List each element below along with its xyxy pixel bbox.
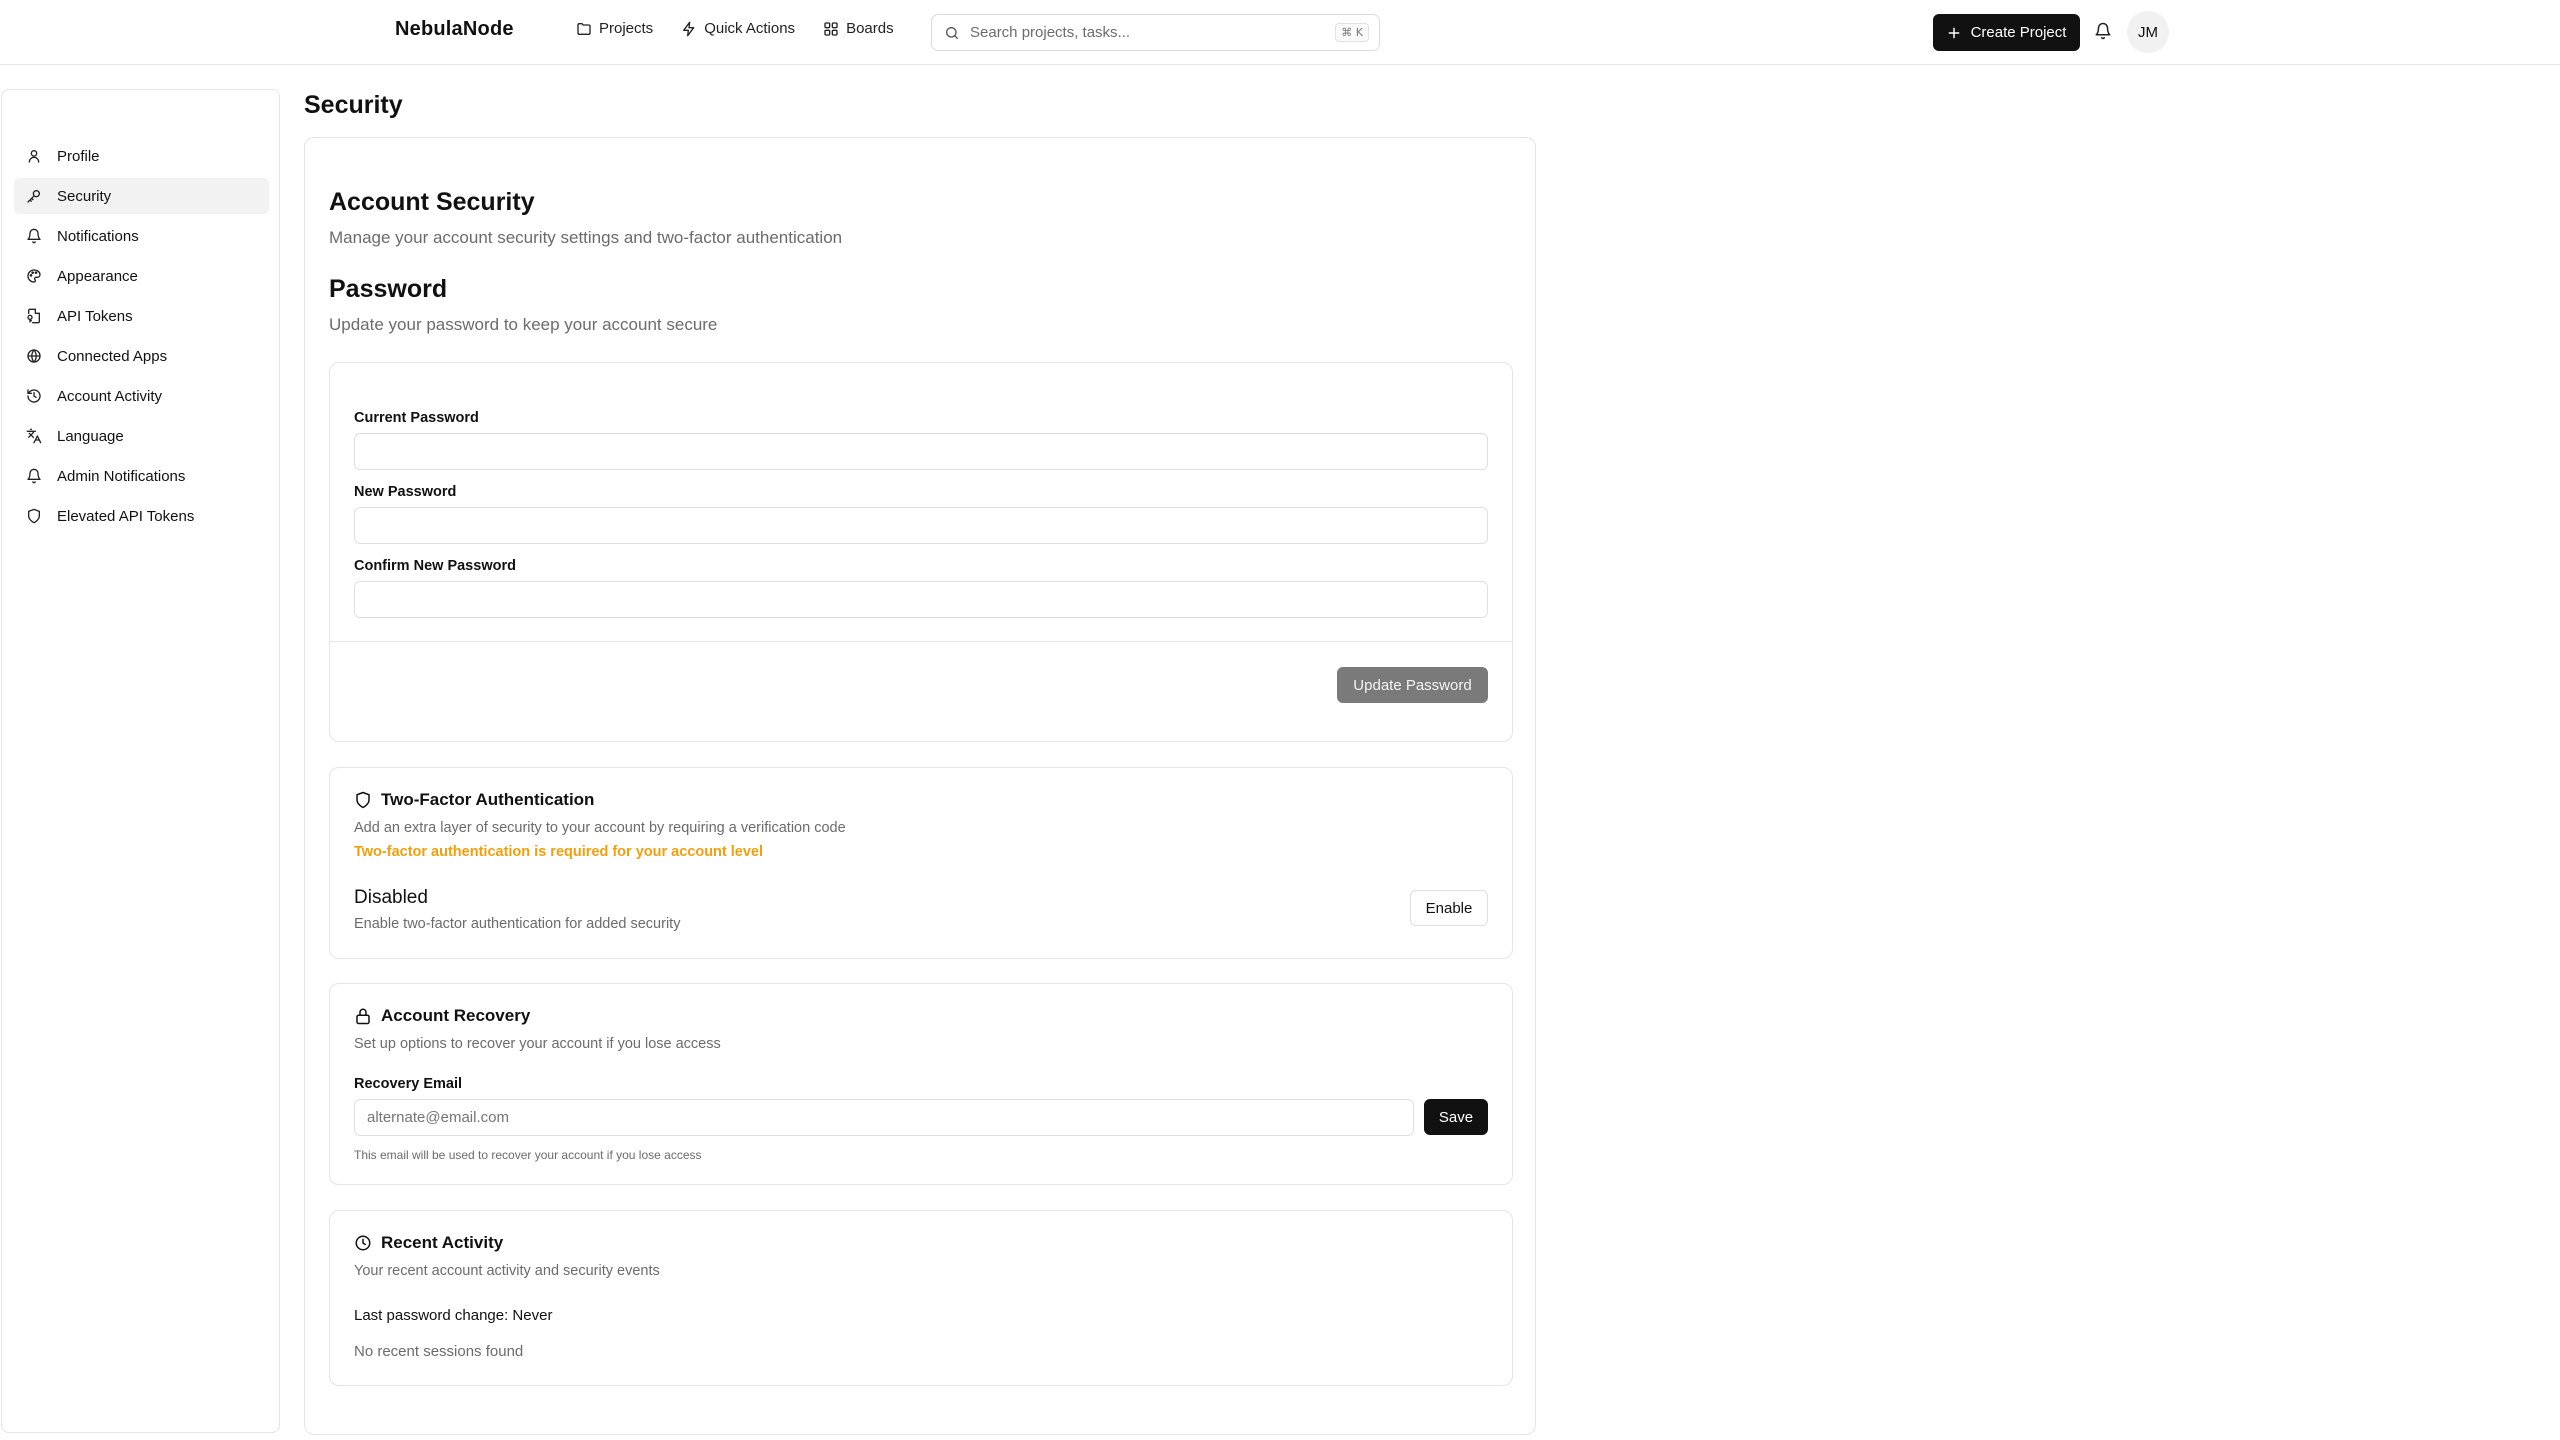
- palette-icon: [26, 268, 42, 284]
- divider: [330, 641, 1512, 642]
- sidebar-item-label: Account Activity: [57, 387, 163, 405]
- create-project-button[interactable]: Create Project: [1933, 14, 2080, 51]
- sidebar-item-elevated-api-tokens[interactable]: Elevated API Tokens: [14, 498, 269, 534]
- nav-projects[interactable]: Projects: [576, 20, 653, 37]
- confirm-password-label: Confirm New Password: [354, 558, 516, 574]
- sidebar-item-api-tokens[interactable]: API Tokens: [14, 298, 269, 334]
- recovery-hint: This email will be used to recover your …: [354, 1148, 702, 1162]
- recovery-email-label: Recovery Email: [354, 1076, 463, 1092]
- globe-icon: [26, 348, 42, 364]
- file-key-icon: [26, 308, 42, 324]
- search-bar[interactable]: ⌘ K: [931, 14, 1380, 51]
- two-factor-description: Add an extra layer of security to your a…: [354, 820, 846, 836]
- shield-icon: [26, 508, 42, 524]
- password-form-card: Current Password New Password Confirm Ne…: [329, 362, 1513, 742]
- last-password-change: Last password change: Never: [354, 1307, 553, 1324]
- sidebar-item-label: Connected Apps: [57, 347, 168, 365]
- clock-icon: [354, 1234, 372, 1252]
- activity-header: Recent Activity: [354, 1233, 503, 1253]
- folder-icon: [576, 21, 592, 37]
- two-factor-warning: Two-factor authentication is required fo…: [354, 844, 764, 860]
- recovery-title: Account Recovery: [381, 1006, 531, 1025]
- new-password-label: New Password: [354, 484, 457, 500]
- sessions-empty-state: No recent sessions found: [354, 1343, 524, 1360]
- activity-description: Your recent account activity and securit…: [354, 1263, 660, 1279]
- account-security-title: Account Security: [329, 188, 535, 216]
- key-icon: [26, 188, 42, 204]
- sidebar-item-profile[interactable]: Profile: [14, 138, 269, 174]
- two-factor-title: Two-Factor Authentication: [381, 790, 595, 809]
- bell-icon: [26, 468, 42, 484]
- account-security-description: Manage your account security settings an…: [329, 228, 843, 247]
- nav-quick-actions-label: Quick Actions: [704, 20, 796, 37]
- sidebar-item-label: Language: [57, 427, 124, 445]
- sidebar-item-label: Admin Notifications: [57, 467, 186, 485]
- account-recovery-card: Account Recovery Set up options to recov…: [329, 983, 1513, 1185]
- avatar[interactable]: JM: [2127, 11, 2169, 53]
- search-icon: [944, 25, 960, 41]
- recovery-email-input[interactable]: [354, 1099, 1414, 1136]
- sidebar-item-connected-apps[interactable]: Connected Apps: [14, 338, 269, 374]
- nav-boards-label: Boards: [846, 20, 894, 37]
- brand-name[interactable]: NebulaNode: [395, 18, 514, 41]
- search-shortcut: ⌘ K: [1335, 23, 1369, 42]
- grid-icon: [823, 21, 839, 37]
- confirm-password-input[interactable]: [354, 581, 1488, 618]
- sidebar-item-security[interactable]: Security: [14, 178, 269, 214]
- current-password-input[interactable]: [354, 433, 1488, 470]
- save-recovery-email-button[interactable]: Save: [1424, 1099, 1488, 1135]
- recent-activity-card: Recent Activity Your recent account acti…: [329, 1210, 1513, 1386]
- sidebar-item-admin-notifications[interactable]: Admin Notifications: [14, 458, 269, 494]
- notifications-bell-icon[interactable]: [2094, 22, 2112, 40]
- nav-projects-label: Projects: [599, 20, 654, 37]
- sidebar-list: Profile Security Notifications Appearanc…: [14, 138, 269, 538]
- create-project-label: Create Project: [1970, 24, 2067, 41]
- recovery-description: Set up options to recover your account i…: [354, 1036, 721, 1052]
- nav-boards[interactable]: Boards: [823, 20, 894, 37]
- password-description: Update your password to keep your accoun…: [329, 315, 718, 334]
- password-title: Password: [329, 275, 448, 303]
- recovery-header: Account Recovery: [354, 1006, 530, 1026]
- sidebar-item-language[interactable]: Language: [14, 418, 269, 454]
- page-title: Security: [304, 91, 403, 119]
- languages-icon: [26, 428, 42, 444]
- new-password-input[interactable]: [354, 507, 1488, 544]
- shield-icon: [354, 791, 372, 809]
- lock-icon: [354, 1007, 372, 1025]
- nav-quick-actions[interactable]: Quick Actions: [681, 20, 795, 37]
- user-icon: [26, 148, 42, 164]
- two-factor-status-description: Enable two-factor authentication for add…: [354, 916, 681, 932]
- current-password-label: Current Password: [354, 410, 479, 426]
- bolt-icon: [681, 21, 697, 37]
- top-nav: Projects Quick Actions Boards: [576, 20, 922, 37]
- two-factor-header: Two-Factor Authentication: [354, 790, 594, 810]
- sidebar-item-label: Appearance: [57, 267, 138, 285]
- sidebar-item-label: Security: [57, 187, 112, 205]
- sidebar-item-notifications[interactable]: Notifications: [14, 218, 269, 254]
- search-input[interactable]: [970, 24, 1330, 41]
- security-card: Account Security Manage your account sec…: [304, 137, 1536, 1435]
- two-factor-status: Disabled: [354, 887, 428, 908]
- plus-icon: [1947, 26, 1961, 40]
- sidebar-item-label: Notifications: [57, 227, 139, 245]
- enable-two-factor-button[interactable]: Enable: [1410, 890, 1488, 926]
- sidebar-item-label: Elevated API Tokens: [57, 507, 195, 525]
- sidebar-item-label: API Tokens: [57, 307, 133, 325]
- two-factor-card: Two-Factor Authentication Add an extra l…: [329, 767, 1513, 959]
- settings-sidebar: Profile Security Notifications Appearanc…: [1, 89, 280, 1433]
- update-password-button[interactable]: Update Password: [1337, 667, 1488, 703]
- history-icon: [26, 388, 42, 404]
- sidebar-item-appearance[interactable]: Appearance: [14, 258, 269, 294]
- sidebar-item-account-activity[interactable]: Account Activity: [14, 378, 269, 414]
- activity-title: Recent Activity: [381, 1233, 504, 1252]
- sidebar-item-label: Profile: [57, 147, 100, 165]
- bell-icon: [26, 228, 42, 244]
- top-bar: NebulaNode Projects Quick Actions Boards…: [0, 0, 2560, 65]
